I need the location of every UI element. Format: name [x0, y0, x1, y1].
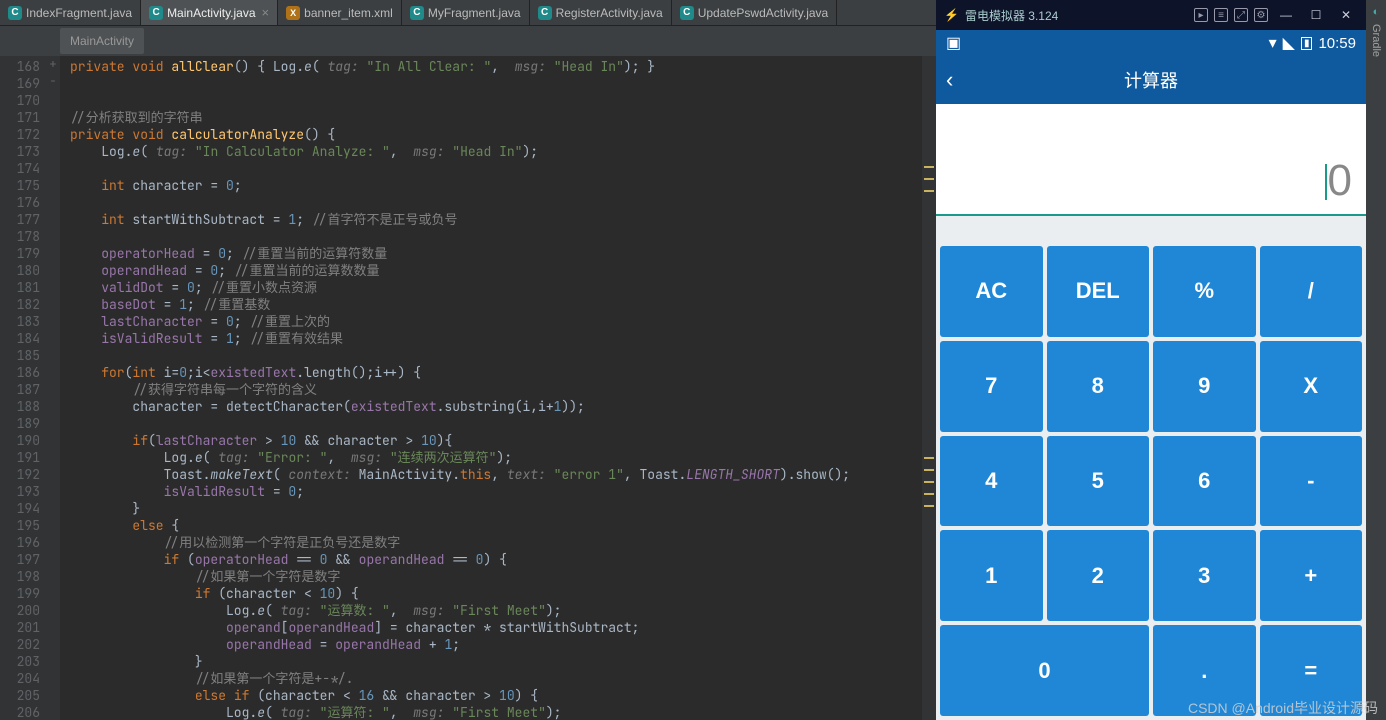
- gradle-tool-label[interactable]: Gradle: [1370, 18, 1382, 57]
- key-2[interactable]: 2: [1047, 530, 1150, 621]
- key-percent[interactable]: %: [1153, 246, 1256, 337]
- tab-label: IndexFragment.java: [26, 6, 132, 20]
- close-button[interactable]: ✕: [1334, 8, 1358, 22]
- tab-my-fragment[interactable]: C MyFragment.java: [402, 0, 530, 25]
- tab-label: banner_item.xml: [304, 6, 393, 20]
- code-editor[interactable]: 168 169 170 171 172 173 174 175 176 177 …: [0, 56, 936, 720]
- emulator-icon-2[interactable]: ≡: [1214, 8, 1228, 22]
- java-file-icon: C: [8, 6, 22, 20]
- key-0[interactable]: 0: [940, 625, 1149, 716]
- key-minus[interactable]: -: [1260, 436, 1363, 527]
- key-3[interactable]: 3: [1153, 530, 1256, 621]
- calculator-keypad: ACDEL%/ 789X 456- 123+0.=: [936, 216, 1366, 720]
- tab-main-activity[interactable]: C MainActivity.java ×: [141, 0, 278, 25]
- line-gutter: 168 169 170 171 172 173 174 175 176 177 …: [0, 56, 46, 720]
- tab-index-fragment[interactable]: C IndexFragment.java: [0, 0, 141, 25]
- java-file-icon: C: [538, 6, 552, 20]
- tab-banner-item[interactable]: Xbanner_item.xml: [278, 0, 402, 25]
- tab-update-pswd[interactable]: C UpdatePswdActivity.java: [672, 0, 838, 25]
- emulator-window: ⚡ 雷电模拟器 3.124 ▸ ≡ ⤢ ⚙ — ☐ ✕ ▣ ▾ ◣ ▮ 10:5…: [936, 0, 1366, 720]
- android-status-bar: ▣ ▾ ◣ ▮ 10:59: [936, 30, 1366, 56]
- emulator-titlebar[interactable]: ⚡ 雷电模拟器 3.124 ▸ ≡ ⤢ ⚙ — ☐ ✕: [936, 0, 1366, 30]
- right-strip-icon[interactable]: ◐: [1373, 6, 1380, 18]
- key-multiply[interactable]: X: [1260, 341, 1363, 432]
- tab-register-activity[interactable]: C RegisterActivity.java: [530, 0, 672, 25]
- ide-right-toolstrip: ◐ Gradle: [1366, 0, 1386, 720]
- java-file-icon: C: [410, 6, 424, 20]
- xml-file-icon: X: [286, 6, 300, 20]
- app-title: 计算器: [1124, 67, 1178, 93]
- code-area[interactable]: private void allClear() { Log.e( tag: "I…: [60, 56, 922, 720]
- status-clock: 10:59: [1318, 35, 1356, 52]
- emulator-icon-4[interactable]: ⚙: [1254, 8, 1268, 22]
- key-dot[interactable]: .: [1153, 625, 1256, 716]
- key-4[interactable]: 4: [940, 436, 1043, 527]
- key-ac[interactable]: AC: [940, 246, 1043, 337]
- java-file-icon: C: [680, 6, 694, 20]
- key-plus[interactable]: +: [1260, 530, 1363, 621]
- marker-track: [922, 56, 936, 720]
- java-file-icon: C: [149, 6, 163, 20]
- wifi-icon: ▾: [1269, 33, 1277, 53]
- calculator-display: 0: [936, 104, 1366, 216]
- key-7[interactable]: 7: [940, 341, 1043, 432]
- emulator-title: 雷电模拟器 3.124: [965, 7, 1058, 24]
- tab-label: RegisterActivity.java: [556, 6, 663, 20]
- editor-tab-bar: CIndexFragment.java CMainActivity.java× …: [0, 0, 936, 26]
- ide-pane: CIndexFragment.java CMainActivity.java× …: [0, 0, 936, 720]
- emulator-icon-1[interactable]: ▸: [1194, 8, 1208, 22]
- app-bar: ‹ 计算器: [936, 56, 1366, 104]
- minimize-button[interactable]: —: [1274, 8, 1298, 22]
- key-5[interactable]: 5: [1047, 436, 1150, 527]
- key-del[interactable]: DEL: [1047, 246, 1150, 337]
- tab-label: MainActivity.java: [167, 6, 255, 20]
- key-6[interactable]: 6: [1153, 436, 1256, 527]
- tab-label: UpdatePswdActivity.java: [698, 6, 829, 20]
- key-1[interactable]: 1: [940, 530, 1043, 621]
- key-8[interactable]: 8: [1047, 341, 1150, 432]
- photo-icon: ▣: [946, 33, 961, 53]
- display-value: 0: [1328, 156, 1352, 206]
- fold-column: + -: [46, 56, 60, 720]
- key-divide[interactable]: /: [1260, 246, 1363, 337]
- close-icon[interactable]: ×: [262, 5, 270, 20]
- maximize-button[interactable]: ☐: [1304, 8, 1328, 22]
- phone-screen: ▣ ▾ ◣ ▮ 10:59 ‹ 计算器 0 ACDEL%/ 789X 456- 123…: [936, 30, 1366, 720]
- tab-label: MyFragment.java: [428, 6, 521, 20]
- emulator-icon-3[interactable]: ⤢: [1234, 8, 1248, 22]
- breadcrumb-class: MainActivity: [60, 28, 144, 54]
- back-icon[interactable]: ‹: [946, 67, 953, 93]
- key-9[interactable]: 9: [1153, 341, 1256, 432]
- network-icon: ◣: [1283, 33, 1295, 53]
- battery-icon: ▮: [1301, 37, 1313, 50]
- emulator-logo-icon: ⚡: [944, 8, 959, 22]
- key-equals[interactable]: =: [1260, 625, 1363, 716]
